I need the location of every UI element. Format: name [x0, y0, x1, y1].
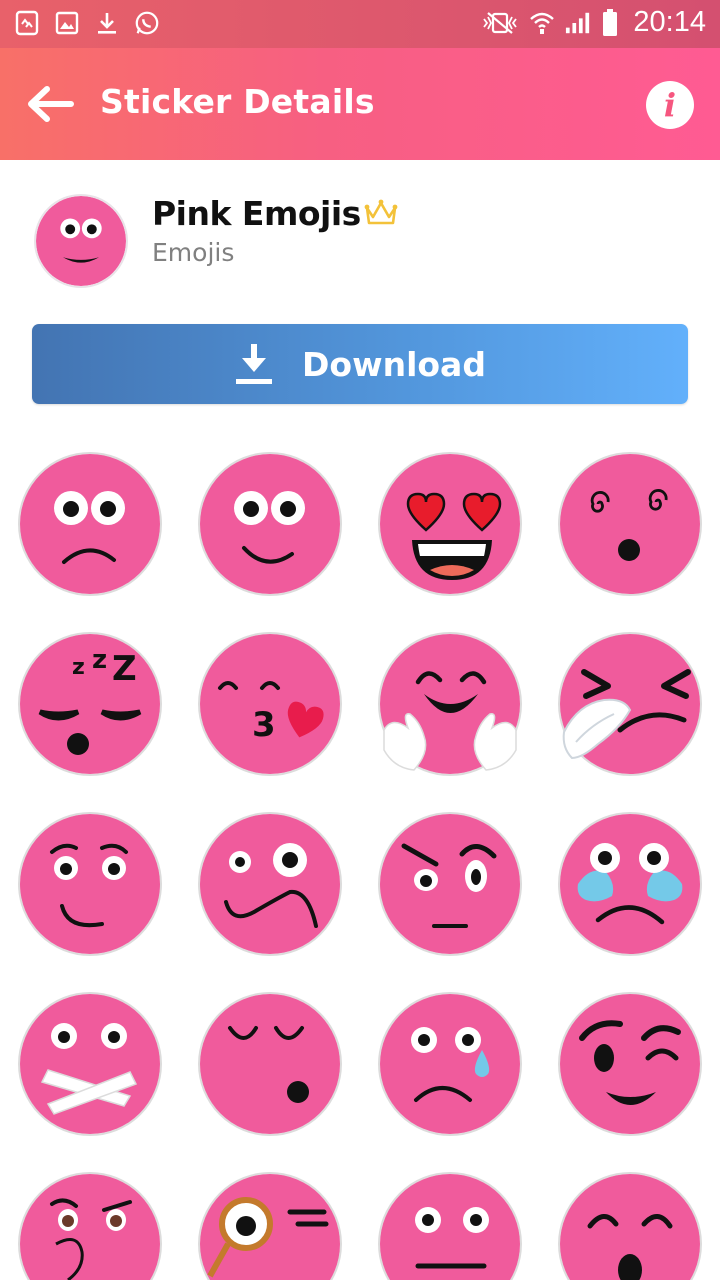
thinking-face-sticker[interactable]	[18, 1172, 162, 1280]
tongue-face-sticker[interactable]	[378, 1172, 522, 1280]
app-bar: Sticker Details i	[0, 48, 720, 160]
smiling-face-sticker[interactable]	[198, 452, 342, 596]
download-icon	[94, 8, 120, 38]
page-title: Sticker Details	[100, 82, 375, 121]
pack-name: Pink Emojis	[152, 194, 361, 233]
sim-swap-icon	[14, 8, 40, 38]
kissing-heart-sticker[interactable]: 3	[198, 632, 342, 776]
download-icon	[236, 344, 273, 384]
back-button[interactable]	[22, 80, 78, 128]
sleeping-face-sticker[interactable]: z z Z	[18, 632, 162, 776]
whatsapp-icon	[134, 8, 160, 38]
info-icon: i	[663, 86, 677, 124]
surprised-face-sticker[interactable]	[558, 1172, 702, 1280]
taped-mouth-sticker[interactable]	[18, 992, 162, 1136]
vibrate-icon	[481, 8, 519, 38]
wifi-icon	[529, 8, 555, 38]
pack-category: Emojis	[152, 238, 235, 267]
heart-eyes-sticker[interactable]	[378, 452, 522, 596]
crying-face-sticker[interactable]	[558, 812, 702, 956]
info-button[interactable]: i	[646, 81, 694, 129]
status-bar: 20:14	[0, 0, 720, 48]
confused-face-sticker[interactable]	[198, 812, 342, 956]
download-button[interactable]: Download	[32, 324, 688, 404]
svg-text:Z: Z	[112, 649, 137, 689]
smirk-face-sticker[interactable]	[18, 812, 162, 956]
signal-icon	[565, 8, 591, 38]
sad-face-sticker[interactable]	[18, 452, 162, 596]
sneezing-face-sticker[interactable]	[558, 632, 702, 776]
sticker-grid: z z Z 3	[0, 450, 720, 1280]
pack-thumbnail	[34, 194, 128, 288]
dizzy-face-sticker[interactable]	[558, 452, 702, 596]
svg-text:z: z	[92, 645, 107, 675]
image-icon	[54, 8, 80, 38]
battery-icon	[601, 8, 619, 38]
svg-text:3: 3	[252, 705, 276, 745]
arrow-back-icon	[28, 86, 74, 122]
winking-face-sticker[interactable]	[558, 992, 702, 1136]
svg-text:z: z	[72, 655, 85, 680]
suspicious-face-sticker[interactable]	[378, 812, 522, 956]
status-time: 20:14	[633, 6, 706, 38]
download-label: Download	[302, 344, 486, 384]
tear-face-sticker[interactable]	[378, 992, 522, 1136]
monocle-face-sticker[interactable]	[198, 1172, 342, 1280]
crown-icon	[364, 199, 398, 225]
hugging-face-sticker[interactable]	[378, 632, 522, 776]
sleepy-face-sticker[interactable]	[198, 992, 342, 1136]
